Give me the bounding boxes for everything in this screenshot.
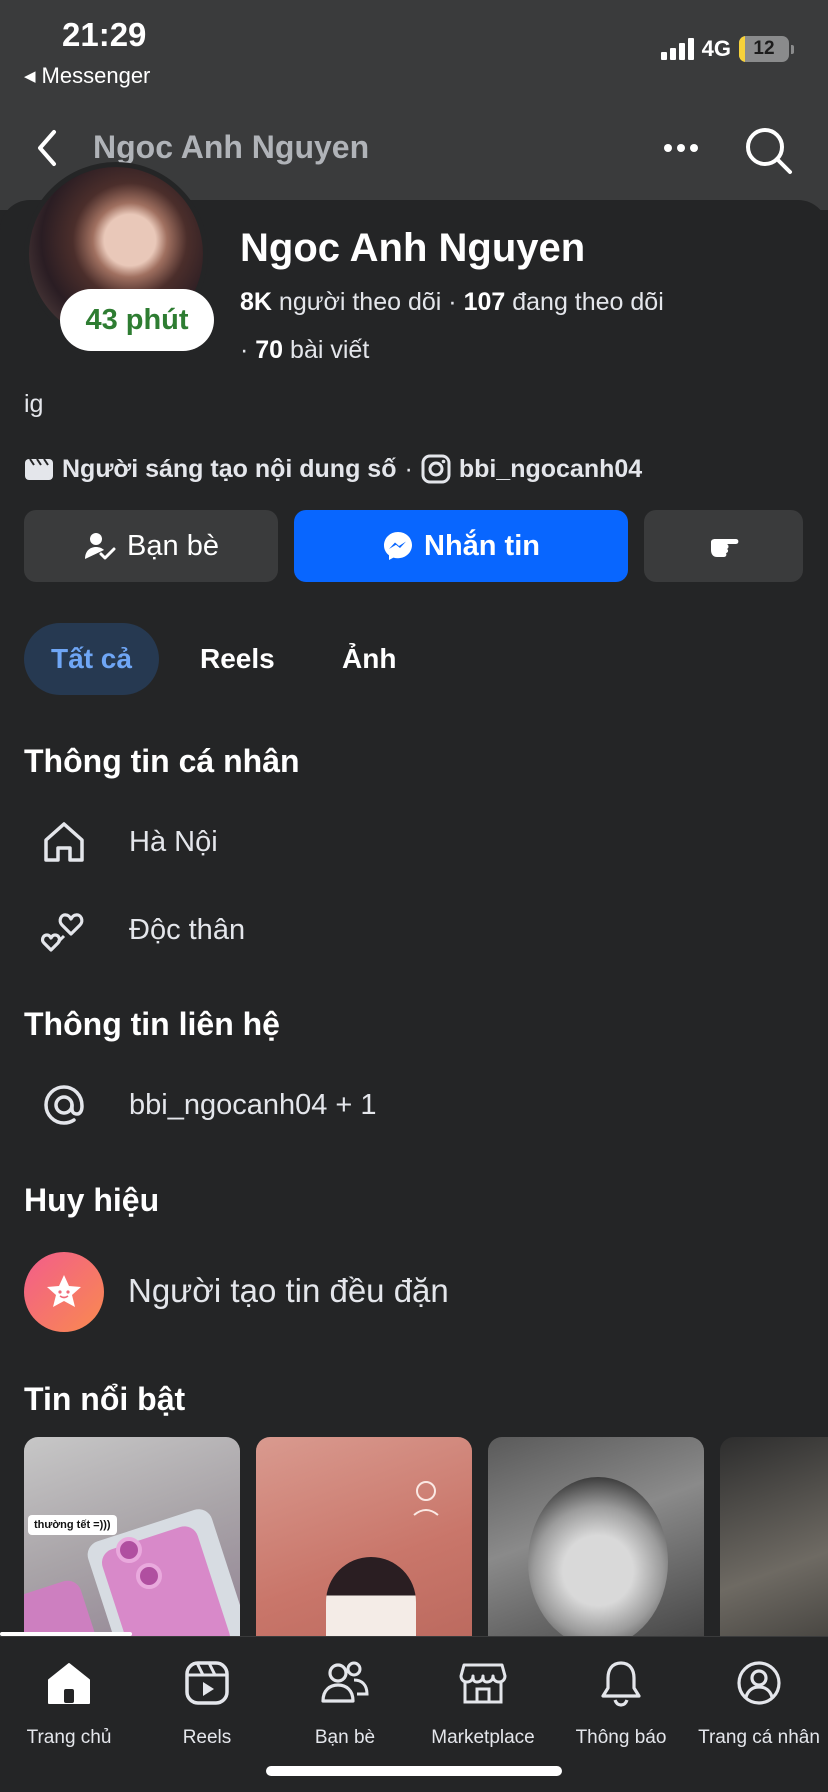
profile-category: Người sáng tạo nội dung số bbox=[62, 454, 397, 483]
story-image bbox=[528, 1477, 668, 1637]
shop-logo-icon bbox=[413, 1481, 439, 1516]
battery-icon: 12 bbox=[739, 36, 794, 62]
home-icon bbox=[36, 814, 92, 870]
tab-marketplace[interactable]: Marketplace bbox=[414, 1655, 552, 1765]
tab-marketplace-label: Marketplace bbox=[431, 1727, 535, 1748]
status-indicators: 4G 12 bbox=[660, 36, 794, 62]
contact-info-heading: Thông tin liên hệ bbox=[24, 1006, 280, 1042]
story-sticker: thường tết =))) bbox=[28, 1515, 117, 1535]
personal-info-heading: Thông tin cá nhân bbox=[24, 743, 300, 779]
dot-icon bbox=[690, 144, 698, 152]
contact-text: bbi_ngocanh04 + 1 bbox=[129, 1088, 377, 1121]
profile-icon bbox=[731, 1655, 787, 1711]
tab-notifications-label: Thông báo bbox=[575, 1727, 667, 1748]
tab-reels[interactable]: Reels bbox=[138, 1655, 276, 1765]
following-label[interactable]: đang theo dõi bbox=[512, 288, 664, 316]
filter-all[interactable]: Tất cả bbox=[24, 623, 159, 695]
friend-check-icon bbox=[85, 533, 116, 560]
friends-button[interactable]: Bạn bè bbox=[24, 510, 278, 582]
info-row-relationship: Độc thân bbox=[36, 900, 245, 960]
friends-icon bbox=[317, 1655, 373, 1711]
badges-heading: Huy hiệu bbox=[24, 1182, 160, 1218]
back-to-messenger[interactable]: ◀ Messenger bbox=[24, 63, 150, 89]
at-sign-icon bbox=[36, 1077, 92, 1133]
hearts-icon bbox=[36, 902, 92, 958]
battery-fill bbox=[739, 36, 745, 62]
cellular-signal-icon bbox=[660, 38, 694, 60]
profile-bio: ig bbox=[24, 390, 44, 418]
friends-button-label: Bạn bè bbox=[127, 529, 219, 562]
info-row-hometown: Hà Nội bbox=[36, 812, 218, 872]
featured-story-4[interactable] bbox=[720, 1437, 828, 1637]
following-count[interactable]: 107 bbox=[464, 288, 506, 316]
dot-icon bbox=[677, 144, 685, 152]
poke-hand-icon bbox=[710, 539, 738, 557]
network-type: 4G bbox=[701, 36, 731, 61]
profile-name: Ngoc Anh Nguyen bbox=[240, 226, 586, 270]
bell-icon bbox=[593, 1655, 649, 1711]
header-title: Ngoc Anh Nguyen bbox=[93, 129, 370, 165]
instagram-icon bbox=[421, 454, 451, 484]
hometown-text: Hà Nội bbox=[129, 825, 218, 858]
messenger-icon bbox=[384, 532, 412, 560]
relationship-text: Độc thân bbox=[129, 913, 246, 946]
back-triangle-icon: ◀ bbox=[24, 68, 36, 85]
message-button-label: Nhắn tin bbox=[424, 529, 540, 562]
tab-friends-label: Bạn bè bbox=[314, 1727, 376, 1748]
filter-reels[interactable]: Reels bbox=[200, 623, 275, 695]
message-button[interactable]: Nhắn tin bbox=[294, 510, 628, 582]
featured-heading: Tin nổi bật bbox=[24, 1381, 186, 1417]
tab-reels-label: Reels bbox=[182, 1727, 232, 1748]
search-icon bbox=[746, 128, 792, 174]
profile-avatar[interactable]: 43 phút bbox=[24, 162, 214, 352]
more-options-button[interactable] bbox=[656, 130, 706, 166]
followers-count[interactable]: 8K bbox=[240, 288, 272, 316]
posts-label: bài viết bbox=[290, 336, 370, 364]
tab-home[interactable]: Trang chủ bbox=[0, 1655, 138, 1765]
profile-meta: Người sáng tạo nội dung số · bbi_ngocanh… bbox=[24, 452, 642, 486]
marketplace-icon bbox=[455, 1655, 511, 1711]
search-button[interactable] bbox=[740, 122, 796, 178]
star-badge-icon bbox=[24, 1252, 104, 1332]
tab-friends[interactable]: Bạn bè bbox=[276, 1655, 414, 1765]
followers-label[interactable]: người theo dõi bbox=[279, 288, 441, 316]
status-time: 21:29 bbox=[62, 16, 147, 53]
tab-home-label: Trang chủ bbox=[26, 1727, 112, 1748]
contact-row-instagram[interactable]: bbi_ngocanh04 + 1 bbox=[36, 1075, 377, 1135]
featured-story-2[interactable] bbox=[256, 1437, 472, 1637]
story-image bbox=[326, 1557, 416, 1637]
reels-icon bbox=[179, 1655, 235, 1711]
profile-stats: 8K người theo dõi · 107 đang theo dõi · … bbox=[240, 288, 664, 364]
tab-profile[interactable]: Trang cá nhân bbox=[690, 1655, 828, 1765]
tab-notifications[interactable]: Thông báo bbox=[552, 1655, 690, 1765]
home-icon bbox=[41, 1655, 97, 1711]
posts-count: 70 bbox=[255, 336, 284, 364]
featured-story-1[interactable]: thường tết =))) bbox=[24, 1437, 240, 1637]
filter-photos[interactable]: Ảnh bbox=[342, 623, 396, 695]
back-app-label: Messenger bbox=[41, 63, 151, 88]
active-status-badge: 43 phút bbox=[60, 289, 214, 351]
instagram-handle[interactable]: bbi_ngocanh04 bbox=[459, 455, 642, 484]
poke-button[interactable] bbox=[644, 510, 803, 582]
featured-story-3[interactable] bbox=[488, 1437, 704, 1637]
featured-stories: thường tết =))) bbox=[24, 1437, 828, 1637]
badge-label: Người tạo tin đều đặn bbox=[128, 1272, 449, 1309]
battery-percent: 12 bbox=[753, 38, 775, 59]
home-indicator bbox=[266, 1766, 562, 1776]
dot-icon bbox=[664, 144, 672, 152]
clapperboard-icon bbox=[24, 454, 54, 484]
tab-profile-label: Trang cá nhân bbox=[698, 1727, 820, 1748]
